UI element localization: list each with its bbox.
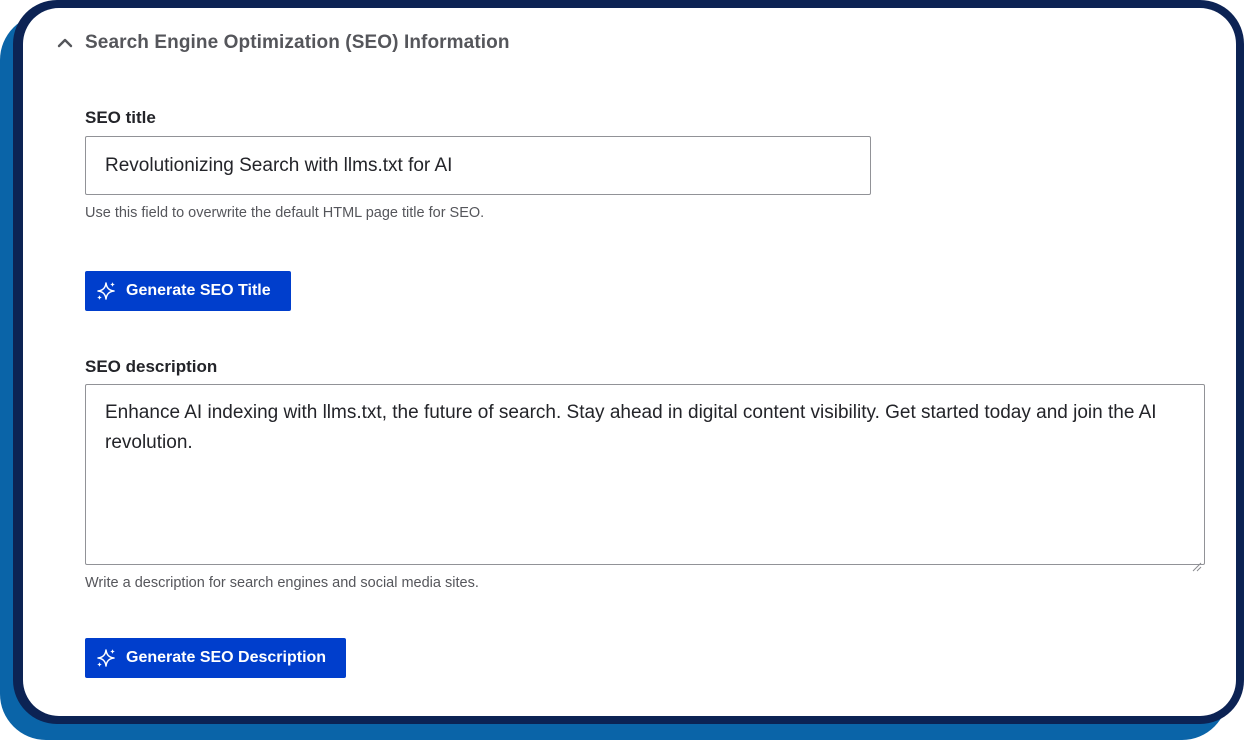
generate-seo-title-label: Generate SEO Title xyxy=(126,282,271,299)
generate-seo-description-button[interactable]: Generate SEO Description xyxy=(85,638,347,678)
seo-title-input[interactable]: Revolutionizing Search with llms.txt for… xyxy=(85,136,871,195)
seo-description-label: SEO description xyxy=(85,357,218,376)
seo-description-help: Write a description for search engines a… xyxy=(85,575,479,591)
sparkle-icon xyxy=(95,280,117,302)
screenshot-stage: Search Engine Optimization (SEO) Informa… xyxy=(0,0,1244,740)
section-toggle[interactable]: Search Engine Optimization (SEO) Informa… xyxy=(55,32,510,54)
seo-description-value: Enhance AI indexing with llms.txt, the f… xyxy=(105,402,1157,453)
resize-handle-icon[interactable] xyxy=(1192,552,1202,572)
sparkle-icon xyxy=(95,647,117,669)
generate-seo-description-label: Generate SEO Description xyxy=(126,649,327,666)
chevron-up-icon xyxy=(55,33,75,53)
seo-title-help: Use this field to overwrite the default … xyxy=(85,205,485,221)
seo-title-label: SEO title xyxy=(85,108,156,127)
section-title: Search Engine Optimization (SEO) Informa… xyxy=(85,32,510,53)
generate-seo-title-button[interactable]: Generate SEO Title xyxy=(85,271,291,311)
seo-description-textarea[interactable]: Enhance AI indexing with llms.txt, the f… xyxy=(85,384,1205,572)
seo-panel: Search Engine Optimization (SEO) Informa… xyxy=(23,8,1236,716)
seo-title-value: Revolutionizing Search with llms.txt for… xyxy=(105,154,453,176)
